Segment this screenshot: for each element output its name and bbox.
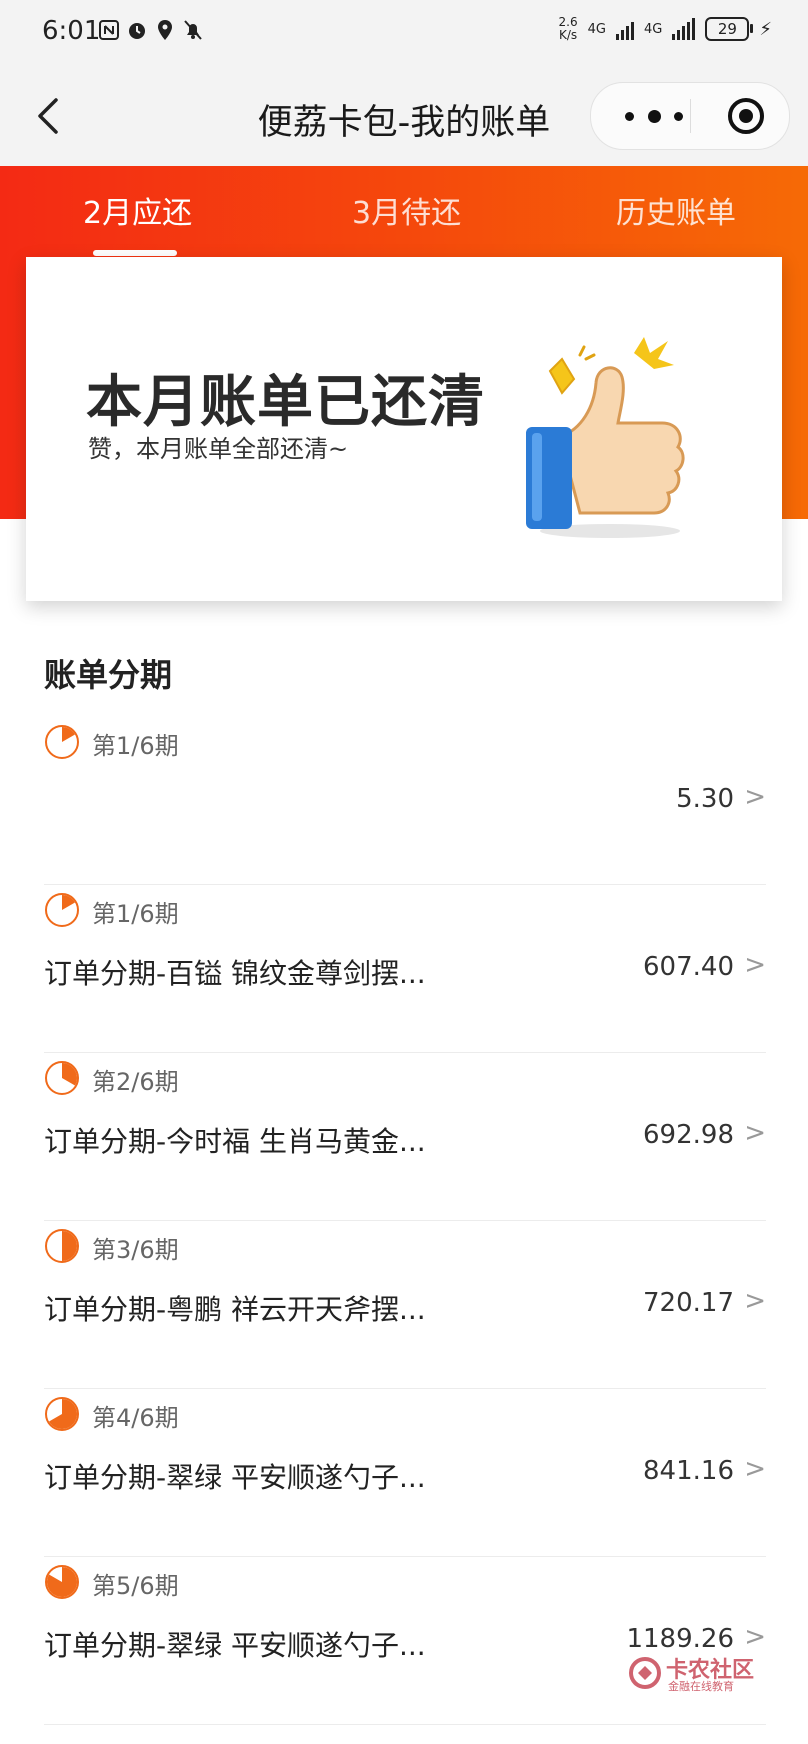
signal-icon-2	[672, 18, 696, 40]
installment-row[interactable]: 第2/6期订单分期-今时福 生肖马黄金... 692.98 >	[44, 1052, 766, 1221]
installment-description: 订单分期-粤鹏 祥云开天斧摆...	[44, 1293, 426, 1326]
chevron-right-icon: >	[744, 782, 766, 812]
network-type-1: 4G	[587, 21, 606, 37]
status-bar: 6:01 2.6 K/s 4G 4G 29 ⚡	[0, 0, 808, 66]
installment-amount: 841.16	[643, 1456, 734, 1486]
installment-period: 第1/6期	[92, 732, 179, 760]
installment-period: 第4/6期	[92, 1404, 179, 1432]
location-icon	[158, 20, 172, 40]
installment-row[interactable]: 第1/6期 5.30 >	[44, 716, 766, 885]
installment-amount: 607.40	[643, 952, 734, 982]
status-right: 2.6 K/s 4G 4G 29 ⚡	[559, 16, 772, 42]
thumbs-up-icon	[526, 337, 685, 538]
tab-mar-pending[interactable]: 3月待还	[352, 188, 461, 232]
installment-row[interactable]: 第1/6期订单分期-百镒 锦纹金尊剑摆... 607.40 >	[44, 884, 766, 1053]
chevron-right-icon: >	[744, 1454, 766, 1484]
mini-program-capsule	[590, 82, 790, 150]
speed-unit: K/s	[559, 28, 578, 42]
network-speed: 2.6 K/s	[559, 16, 578, 42]
chevron-right-icon: >	[744, 1622, 766, 1652]
nfc-icon	[99, 20, 119, 40]
charging-icon: ⚡	[759, 18, 772, 40]
installment-description: 订单分期-翠绿 平安顺遂勺子...	[44, 1629, 426, 1662]
page: 6:01 2.6 K/s 4G 4G 29 ⚡ 便荔卡包-我的账单 2月应还 3…	[0, 0, 808, 1744]
card-subtitle: 赞，本月账单全部还清~	[88, 435, 349, 463]
watermark: 卡农社区 金融在线教育	[628, 1652, 778, 1696]
battery-icon: 29	[705, 17, 754, 41]
section-title: 账单分期	[44, 656, 173, 694]
installment-amount: 1189.26	[626, 1624, 734, 1654]
installment-description: 订单分期-百镒 锦纹金尊剑摆...	[44, 957, 426, 990]
capsule-divider	[690, 99, 691, 133]
progress-pie-icon	[45, 893, 79, 927]
tab-active-indicator	[93, 250, 177, 256]
more-icon[interactable]	[625, 105, 683, 127]
installment-row[interactable]: 第5/6期订单分期-翠绿 平安顺遂勺子... 1189.26 >	[44, 1556, 766, 1725]
progress-pie-icon	[45, 1565, 79, 1599]
signal-icon-1	[616, 18, 634, 40]
chevron-right-icon: >	[744, 1286, 766, 1316]
installment-description: 订单分期-今时福 生肖马黄金...	[44, 1125, 426, 1158]
card-title: 本月账单已还清	[86, 370, 485, 435]
installment-amount: 5.30	[676, 784, 734, 814]
chevron-right-icon: >	[744, 950, 766, 980]
watermark-logo-icon	[629, 1657, 661, 1689]
tab-feb-due[interactable]: 2月应还	[83, 188, 192, 232]
alarm-icon	[129, 23, 145, 39]
installment-period: 第3/6期	[92, 1236, 179, 1264]
progress-pie-icon	[45, 1397, 79, 1431]
progress-pie-icon	[45, 1061, 79, 1095]
installment-period: 第1/6期	[92, 900, 179, 928]
tab-bar: 2月应还 3月待还 历史账单	[0, 166, 808, 256]
installment-row[interactable]: 第3/6期订单分期-粤鹏 祥云开天斧摆... 720.17 >	[44, 1220, 766, 1389]
installment-amount: 692.98	[643, 1120, 734, 1150]
tab-history[interactable]: 历史账单	[616, 188, 736, 232]
nav-bar: 便荔卡包-我的账单	[0, 66, 808, 166]
chevron-right-icon: >	[744, 1118, 766, 1148]
installment-period: 第2/6期	[92, 1068, 179, 1096]
installment-period: 第5/6期	[92, 1572, 179, 1600]
mute-notification-icon	[184, 20, 202, 40]
network-type-2: 4G	[644, 21, 663, 37]
battery-level: 29	[717, 20, 737, 38]
close-target-icon[interactable]	[727, 97, 765, 135]
status-time: 6:01	[42, 16, 101, 46]
progress-pie-icon	[45, 1229, 79, 1263]
installment-row[interactable]: 第4/6期订单分期-翠绿 平安顺遂勺子... 841.16 >	[44, 1388, 766, 1557]
progress-pie-icon	[45, 725, 79, 759]
status-card: 本月账单已还清 赞，本月账单全部还清~	[26, 257, 782, 601]
installment-description: 订单分期-翠绿 平安顺遂勺子...	[44, 1461, 426, 1494]
watermark-subtext: 金融在线教育	[668, 1680, 734, 1693]
status-notification-icons	[98, 18, 204, 42]
installment-amount: 720.17	[643, 1288, 734, 1318]
